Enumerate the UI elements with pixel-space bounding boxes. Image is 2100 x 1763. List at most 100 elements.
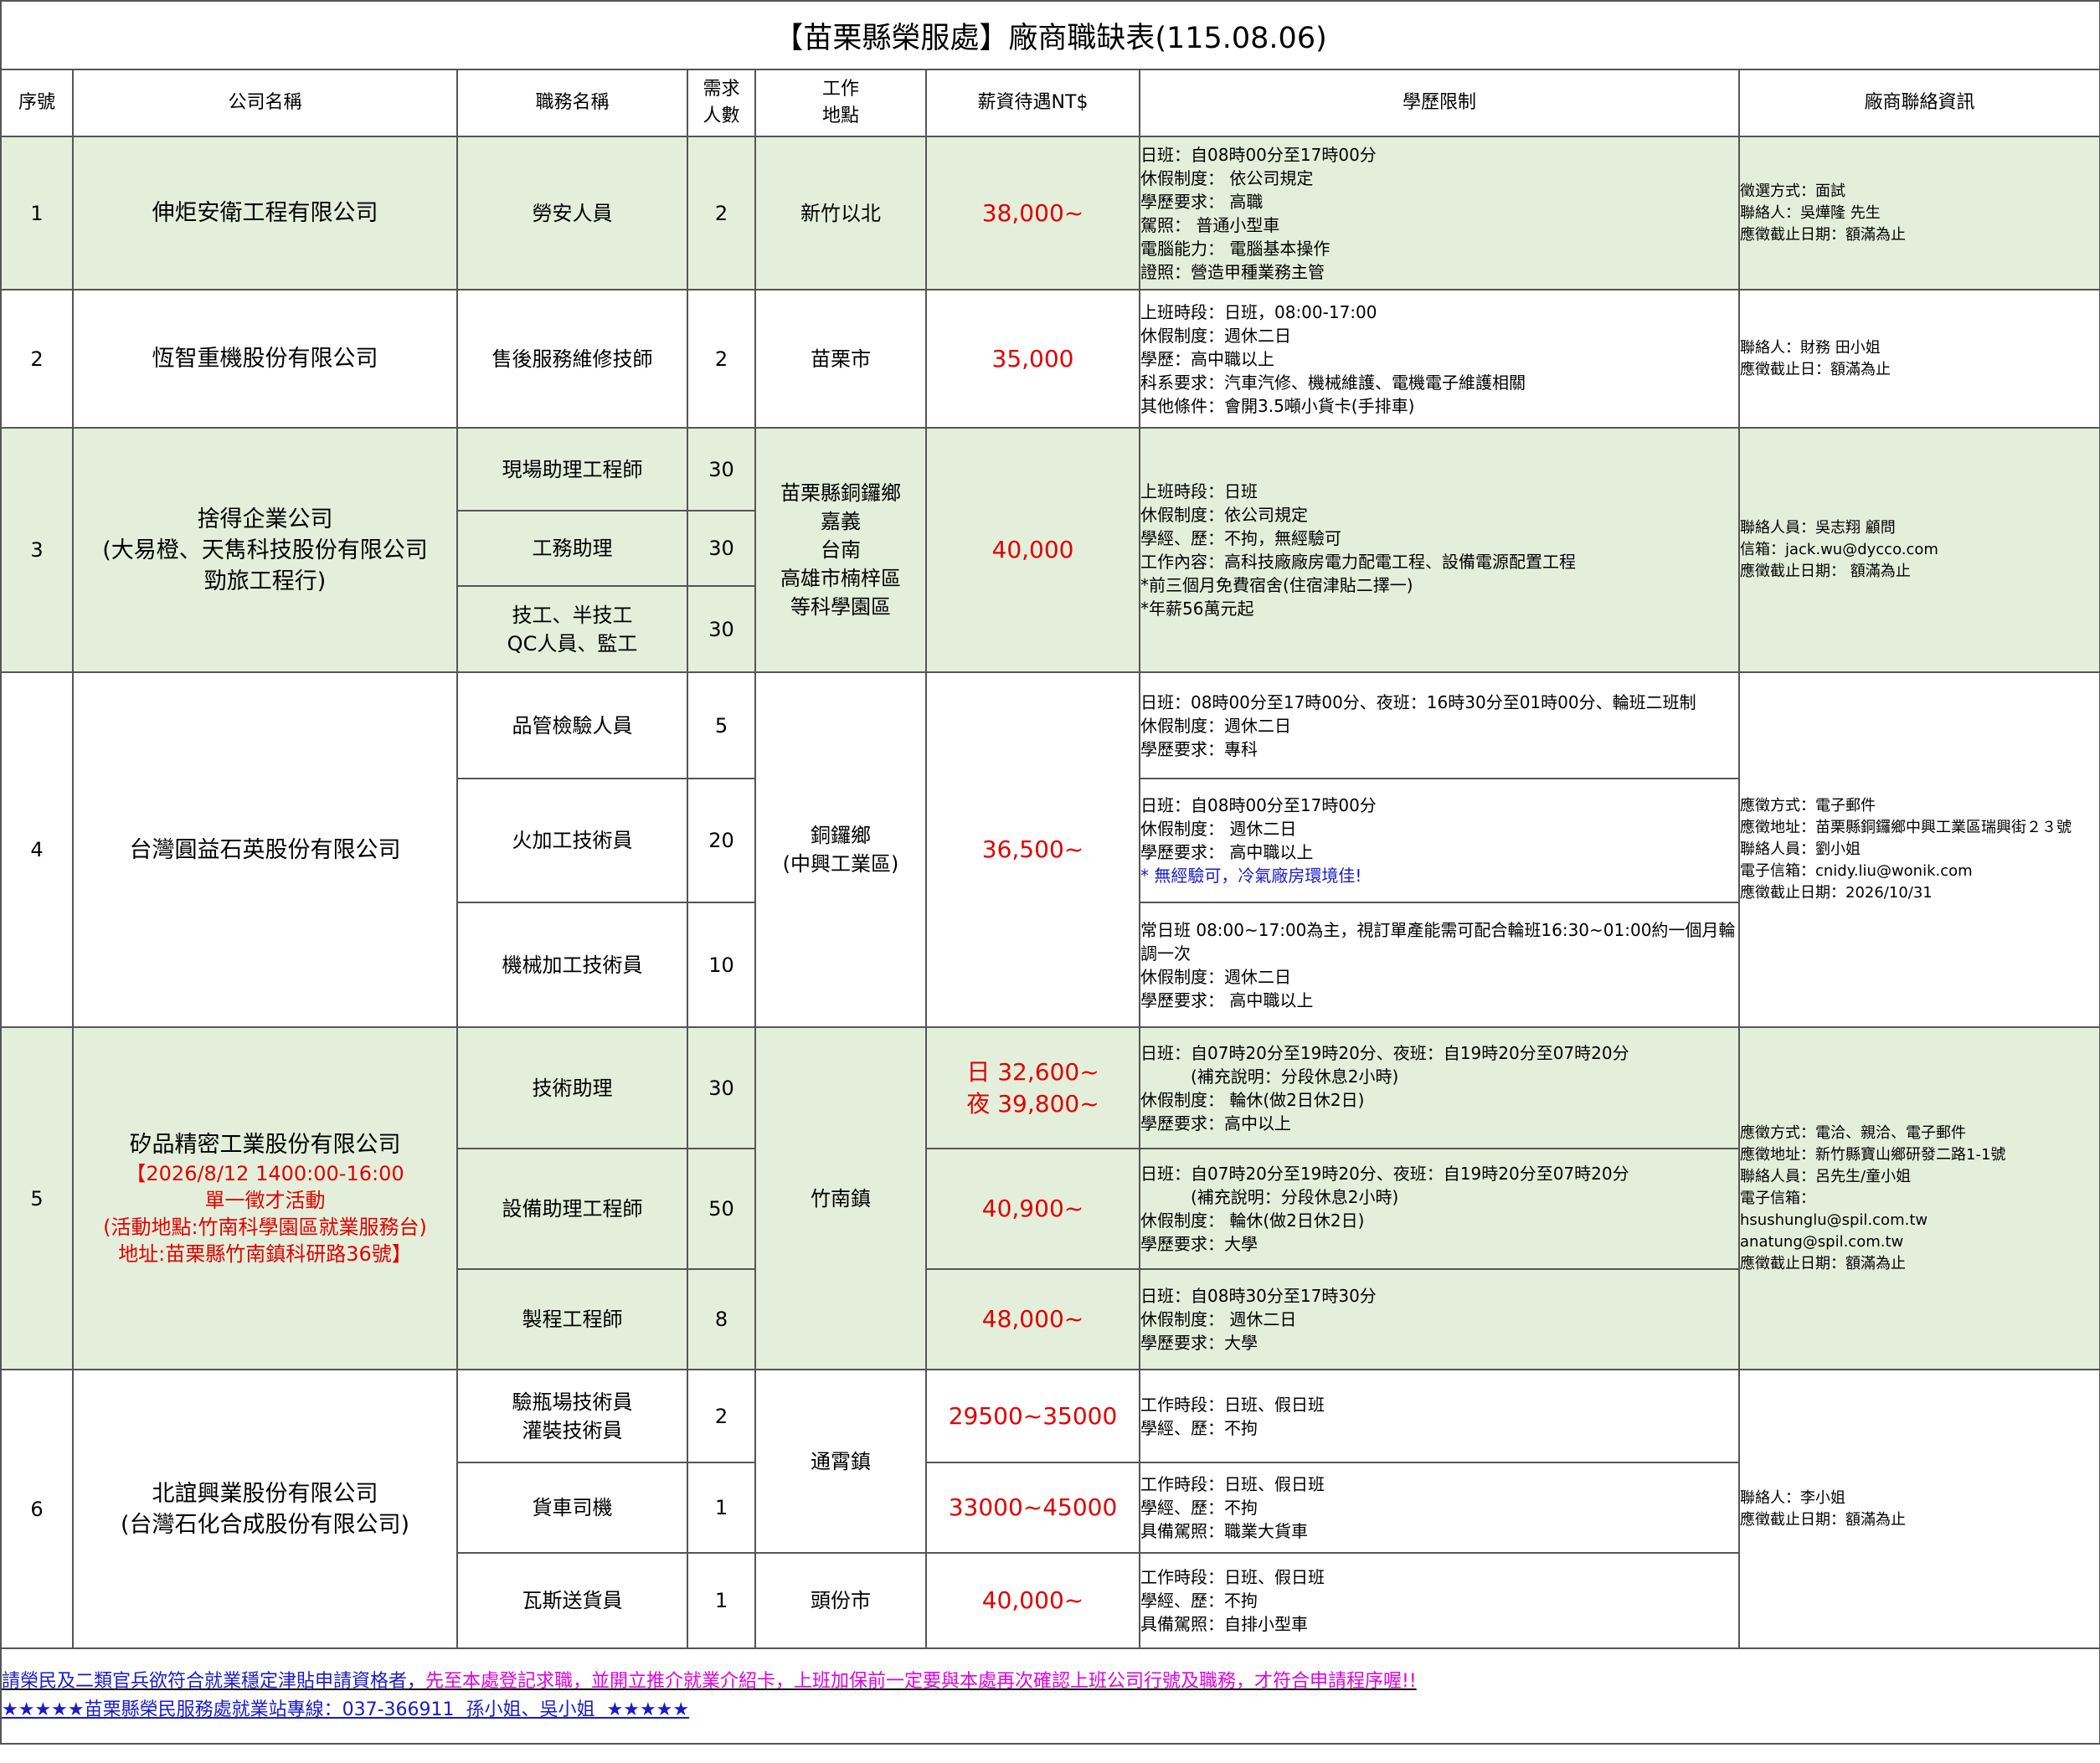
job-title: 驗瓶場技術員 灌裝技術員 xyxy=(456,1369,688,1463)
requirement-line: 電腦能力： 電腦基本操作 xyxy=(1140,238,1331,259)
job-title: 貨車司機 xyxy=(456,1462,688,1554)
company-name: 台灣圓益石英股份有限公司 xyxy=(72,671,458,1028)
contact-line: 應徵截止日期：2026/10/31 xyxy=(1740,884,1933,902)
requirements: 日班：自07時20分至19時20分、夜班：自19時20分至07時20分 (補充說… xyxy=(1139,1148,1740,1270)
requirement-line: 休假制度： 輪休(做2日休2日) xyxy=(1140,1210,1365,1231)
location-line: 台南 xyxy=(821,538,861,562)
requirement-line: 具備駕照：職業大貨車 xyxy=(1140,1521,1308,1541)
row-seq: 3 xyxy=(0,427,74,673)
contact-line: 聯絡人員：劉小姐 xyxy=(1740,840,1861,858)
company-name: 伸炬安衛工程有限公司 xyxy=(72,136,458,290)
requirement-line: *年薪56萬元起 xyxy=(1140,599,1254,619)
location-line: 高雄市楠梓區 xyxy=(780,567,901,590)
requirement-line: 學歷要求： 高中職以上 xyxy=(1140,842,1314,862)
job-title: 售後服務維修技師 xyxy=(456,289,688,429)
requirement-line: (補充說明：分段休息2小時) xyxy=(1140,1187,1399,1207)
table-row: 6 北誼興業股份有限公司 (台灣石化合成股份有限公司) 驗瓶場技術員 灌裝技術員… xyxy=(0,1369,2100,1649)
salary: 29500~35000 xyxy=(925,1369,1140,1463)
requirement-line: 休假制度：週休二日 xyxy=(1140,715,1291,736)
job-title: 火加工技術員 xyxy=(456,778,688,903)
requirement-line: 學歷要求：大學 xyxy=(1140,1234,1258,1254)
requirement-line: 上班時段：日班，08:00-17:00 xyxy=(1140,301,1377,322)
contact-line: 應徵地址：新竹縣寶山鄉研發二路1-1號 xyxy=(1740,1145,2006,1164)
requirement-line: 日班：自08時30分至17時30分 xyxy=(1140,1286,1377,1306)
requirement-line: 上班時段：日班 xyxy=(1140,481,1258,501)
contact-info: 應徵方式：電子郵件 應徵地址：苗栗縣銅鑼鄉中興工業區瑞興街２３號 聯絡人員：劉小… xyxy=(1737,671,2100,1028)
job-vacancy-table: 【苗栗縣榮服處】廠商職缺表(115.08.06) 序號 公司名稱 職務名稱 需求… xyxy=(0,0,2100,1745)
requirement-line: 休假制度：週休二日 xyxy=(1140,325,1291,346)
job-title: 勞安人員 xyxy=(456,136,688,290)
requirement-line: 休假制度： 週休二日 xyxy=(1140,819,1297,839)
requirement-line: 其他條件：會開3.5噸小貨卡(手排車) xyxy=(1140,395,1415,416)
job-title: 機械加工技術員 xyxy=(456,902,688,1028)
requirement-line: 具備駕照：自排小型車 xyxy=(1140,1614,1308,1634)
requirements: 工作時段：日班、假日班 學經、歷：不拘 xyxy=(1139,1369,1740,1463)
contact-line: 應徵方式：電子郵件 xyxy=(1740,797,1876,815)
requirements: 日班：08時00分至17時00分、夜班：16時30分至01時00分、輪班二班制 … xyxy=(1139,671,1740,779)
work-location: 苗栗縣銅鑼鄉 嘉義 台南 高雄市楠梓區 等科學園區 xyxy=(754,427,927,673)
contact-info: 聯絡人：財務 田小姐 應徵截止日：額滿為止 xyxy=(1737,289,2100,429)
contact-info: 應徵方式：電洽、親洽、電子郵件 應徵地址：新竹縣寶山鄉研發二路1-1號 聯絡人員… xyxy=(1737,1026,2100,1370)
headcount: 30 xyxy=(687,585,756,673)
requirement-line: 學歷：高中職以上 xyxy=(1140,348,1274,369)
company-name-line: 勁旅工程行) xyxy=(203,568,327,594)
headcount: 1 xyxy=(687,1462,756,1554)
company-name-line: (台灣石化合成股份有限公司) xyxy=(120,1511,410,1538)
salary: 40,900~ xyxy=(925,1148,1140,1270)
job-title: 瓦斯送貨員 xyxy=(456,1552,688,1649)
requirement-line: 科系要求：汽車汽修、機械維護、電機電子維護相關 xyxy=(1140,372,1526,393)
job-title: 製程工程師 xyxy=(456,1268,688,1370)
event-line: 地址:苗栗縣竹南鎮科研路36號】 xyxy=(118,1242,412,1266)
job-title: 技術助理 xyxy=(456,1026,688,1149)
contact-info: 聯絡人員：吳志翔 顧問 信箱：jack.wu@dycco.com 應徵截止日期：… xyxy=(1737,427,2100,673)
requirement-line: 休假制度：依公司規定 xyxy=(1140,505,1308,525)
company-name: 北誼興業股份有限公司 (台灣石化合成股份有限公司) xyxy=(72,1369,458,1649)
work-location: 新竹以北 xyxy=(754,136,927,290)
event-line: (活動地點:竹南科學園區就業服務台) xyxy=(103,1216,427,1239)
footer-hotline: ★★★★★苗栗縣榮民服務處就業站專線：037-366911 孫小姐、吳小姐 ★★… xyxy=(2,1699,690,1720)
work-location: 銅鑼鄉 (中興工業區) xyxy=(754,671,927,1028)
requirement-line: 日班：自07時20分至19時20分、夜班：自19時20分至07時20分 xyxy=(1140,1042,1629,1063)
company-name-line: (大易橙、天雋科技股份有限公司 xyxy=(102,537,428,563)
header-location-line1: 工作 xyxy=(821,79,859,100)
contact-line: 電子信箱：cnidy.liu@wonik.com xyxy=(1740,862,1973,880)
requirement-line: 日班：自07時20分至19時20分、夜班：自19時20分至07時20分 xyxy=(1140,1164,1629,1184)
requirements: 日班：自07時20分至19時20分、夜班：自19時20分至07時20分 (補充說… xyxy=(1139,1026,1740,1149)
salary: 36,500~ xyxy=(925,671,1140,1028)
requirement-line: 工作時段：日班、假日班 xyxy=(1140,1394,1325,1415)
requirements: 日班：自08時30分至17時30分 休假制度： 週休二日 學歷要求：大學 xyxy=(1139,1268,1740,1370)
contact-line: 聯絡人員：呂先生/童小姐 xyxy=(1740,1167,1912,1185)
requirement-line: 工作時段：日班、假日班 xyxy=(1140,1567,1325,1587)
salary: 日 32,600~ 夜 39,800~ xyxy=(925,1026,1140,1149)
row-seq: 5 xyxy=(0,1026,74,1370)
salary: 35,000 xyxy=(925,289,1140,429)
job-title: 現場助理工程師 xyxy=(456,427,688,511)
headcount: 5 xyxy=(687,671,756,779)
header-seq: 序號 xyxy=(0,69,74,137)
salary-line: 夜 39,800~ xyxy=(966,1089,1099,1118)
job-title: 工務助理 xyxy=(456,510,688,587)
salary-line: 日 32,600~ xyxy=(966,1057,1099,1086)
event-line: 單一徵才活動 xyxy=(204,1189,326,1212)
table-row: 1 伸炬安衛工程有限公司 勞安人員 2 新竹以北 38,000~ 日班：自08時… xyxy=(0,136,2100,290)
header-location-line2: 地點 xyxy=(821,105,859,126)
contact-line: 應徵截止日期：額滿為止 xyxy=(1740,225,1906,244)
contact-line: 聯絡人：李小姐 xyxy=(1740,1488,1845,1507)
work-location: 頭份市 xyxy=(754,1552,927,1649)
header-salary: 薪資待遇NT$ xyxy=(925,69,1140,137)
requirement-line: 日班：自08時00分至17時00分 xyxy=(1140,795,1377,815)
requirement-line: 學歷要求： 高中職以上 xyxy=(1140,989,1314,1010)
headcount: 30 xyxy=(687,1026,756,1149)
contact-line: 徵選方式：面試 xyxy=(1740,182,1845,200)
footer-notice: 請榮民及二類官兵欲符合就業穩定津貼申請資格者，先至本處登記求職，並開立推介就業介… xyxy=(0,1647,2100,1745)
headcount: 20 xyxy=(687,778,756,903)
requirements: 常日班 08:00~17:00為主，視訂單產能需可配合輪班16:30~01:00… xyxy=(1139,902,1740,1028)
contact-line: 應徵截止日：額滿為止 xyxy=(1740,360,1891,378)
job-title-line: QC人員、監工 xyxy=(507,631,638,655)
requirement-note: * 無經驗可，冷氣廠房環境佳! xyxy=(1140,866,1362,886)
contact-line: 應徵截止日期： 額滿為止 xyxy=(1740,563,1911,580)
row-seq: 1 xyxy=(0,136,74,290)
company-name-line: 北誼興業股份有限公司 xyxy=(152,1480,378,1507)
company-name: 矽品精密工業股份有限公司 【2026/8/12 1400:00-16:00 單一… xyxy=(72,1026,458,1370)
headcount: 1 xyxy=(687,1552,756,1649)
